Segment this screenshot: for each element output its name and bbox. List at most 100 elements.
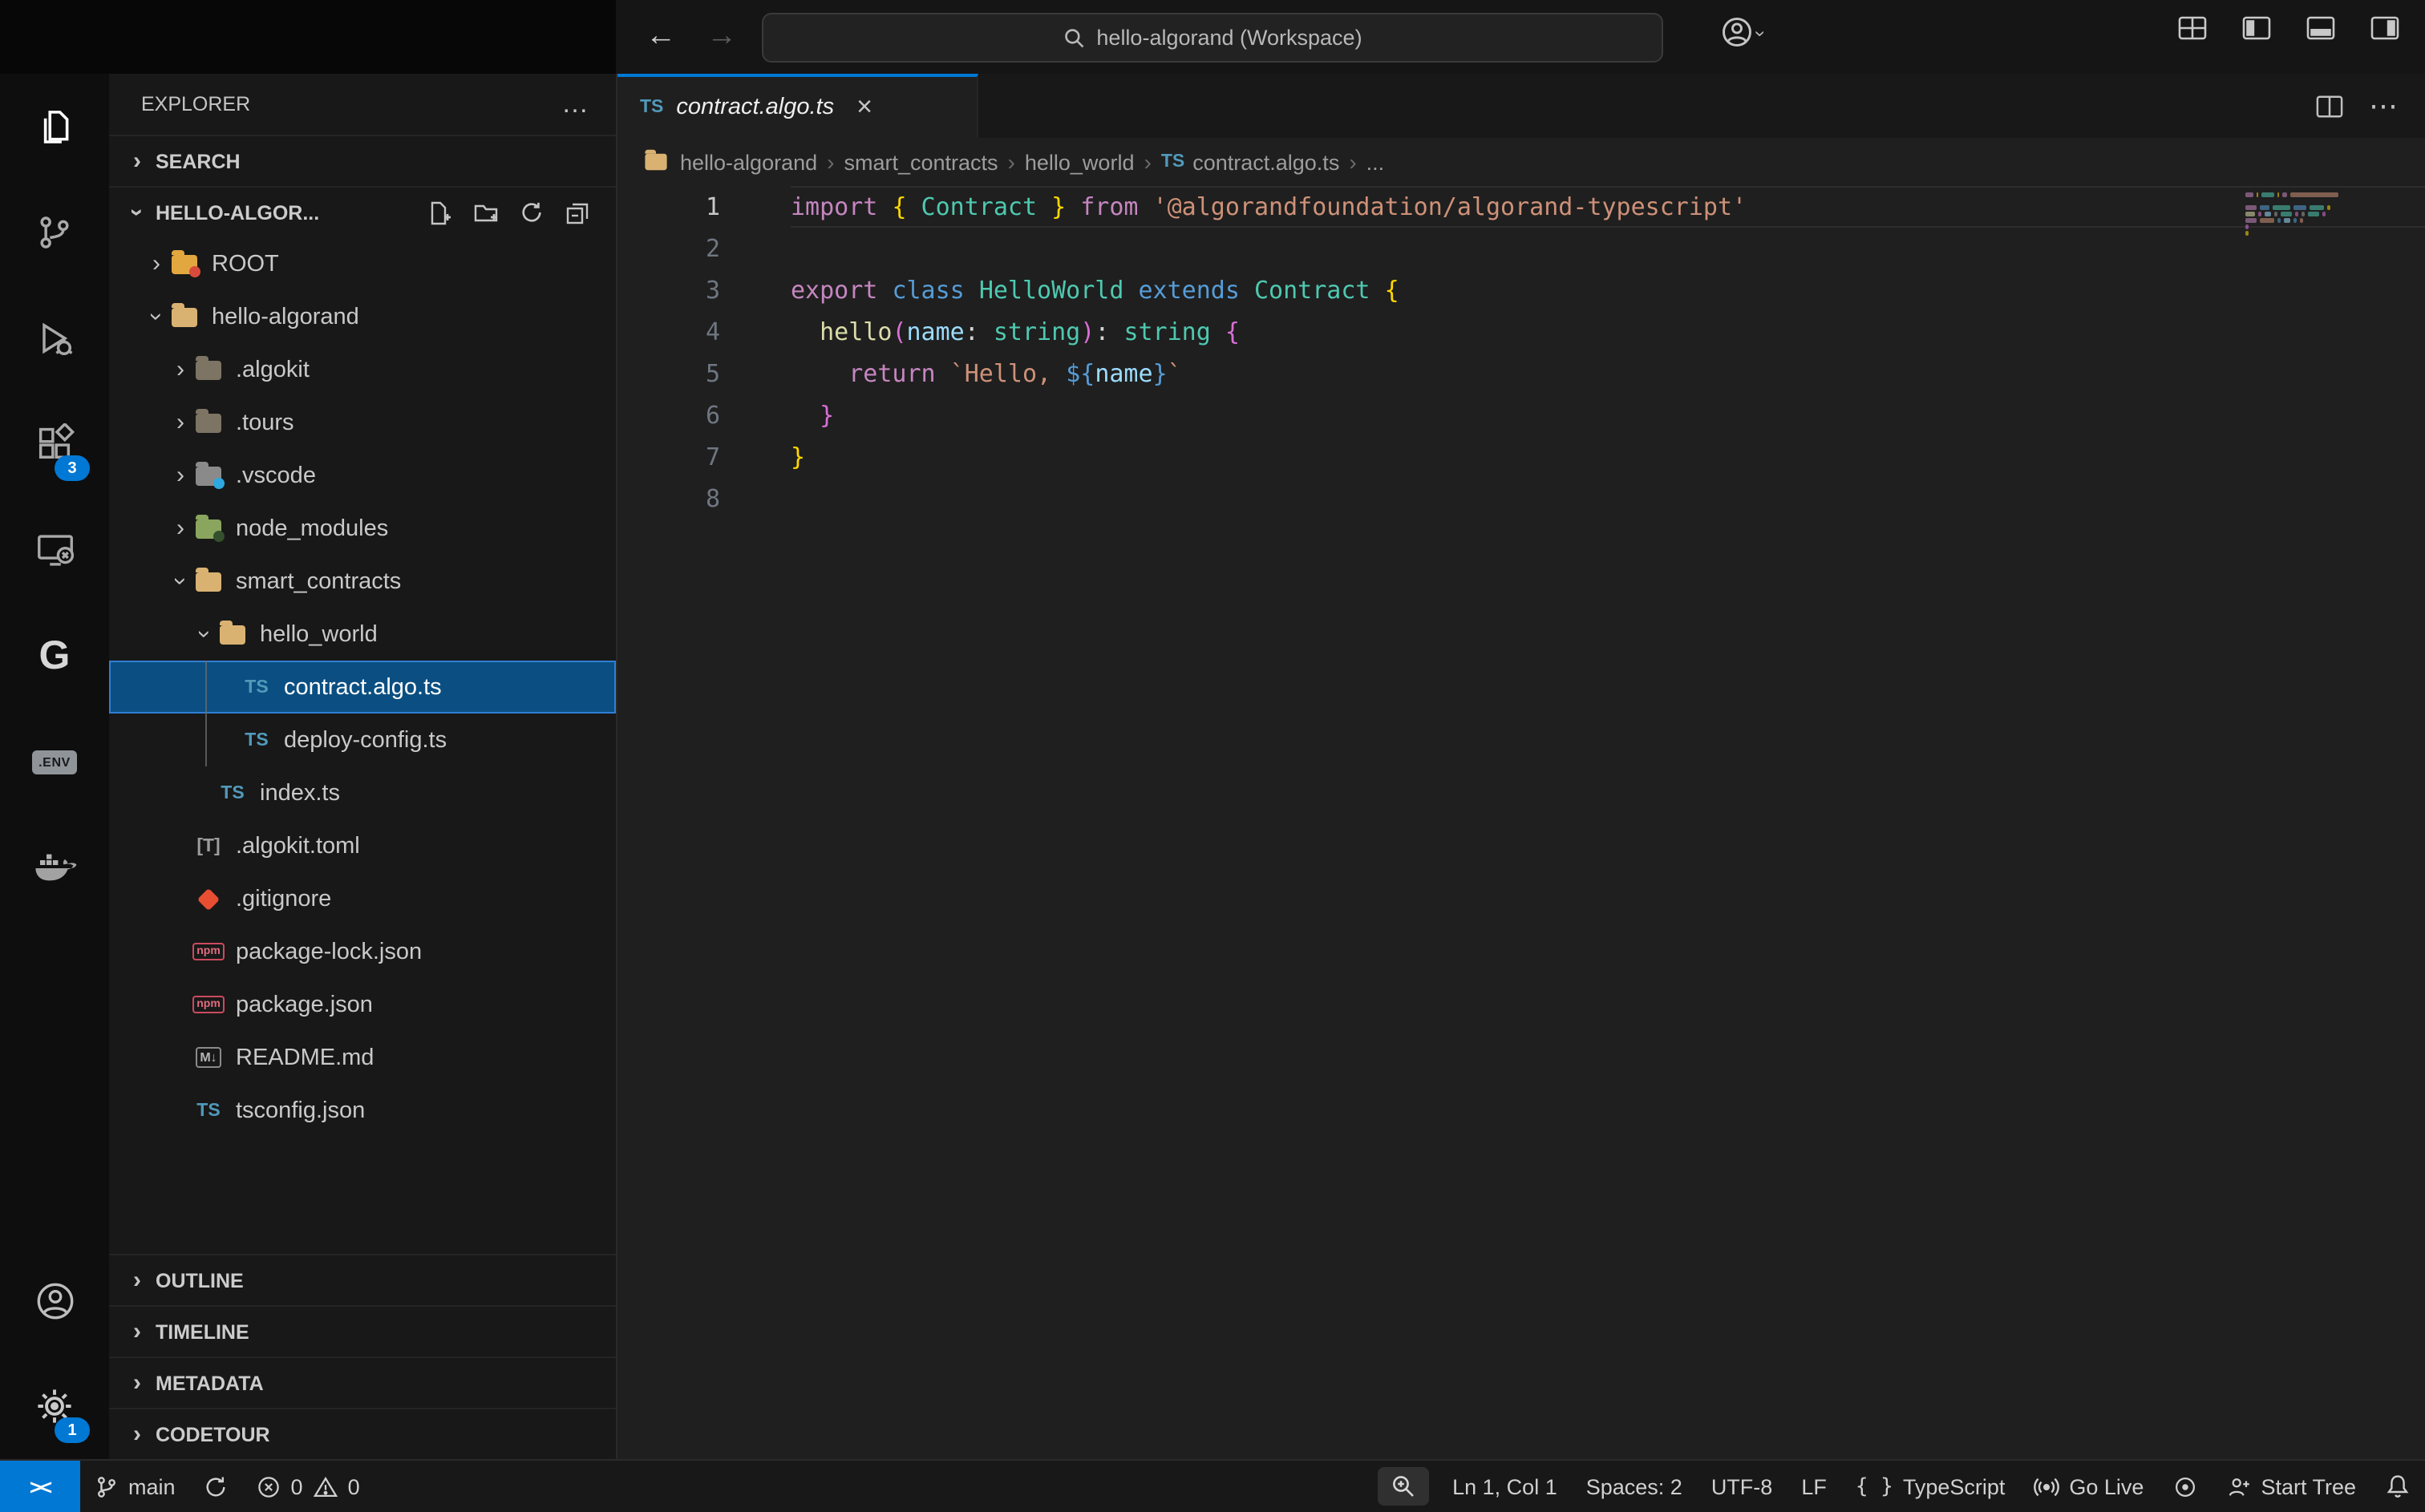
settings-badge: 1 <box>55 1417 90 1443</box>
dotenv-icon: .ENV <box>32 750 77 774</box>
breadcrumb-item-...[interactable]: ... <box>1366 150 1385 174</box>
minimap[interactable] <box>2245 192 2338 244</box>
code-line-4[interactable]: hello(name: string): string { <box>791 311 2425 353</box>
remote-explorer-activity-button[interactable] <box>0 497 109 603</box>
notifications-bell[interactable] <box>2370 1461 2425 1512</box>
tree-item-ROOT[interactable]: ›ROOT <box>109 237 616 290</box>
toggle-primary-sidebar-icon[interactable] <box>2242 16 2271 40</box>
explorer-activity-button[interactable] <box>0 74 109 180</box>
tree-item-.algokit[interactable]: ›.algokit <box>109 343 616 396</box>
code-line-8[interactable] <box>791 478 2425 519</box>
code-line-1[interactable]: import { Contract } from '@algorandfound… <box>791 186 2425 228</box>
zoom-indicator[interactable] <box>1377 1467 1428 1506</box>
git-file-icon <box>192 886 225 912</box>
breadcrumb-item-hello-algorand[interactable]: hello-algorand <box>640 149 817 175</box>
codetour-section-header[interactable]: › CODETOUR <box>109 1408 616 1459</box>
tree-item-label: .gitignore <box>236 886 331 912</box>
tree-item-.gitignore[interactable]: .gitignore <box>109 872 616 925</box>
extensions-activity-button[interactable]: 3 <box>0 391 109 497</box>
accounts-activity-button[interactable] <box>0 1247 109 1353</box>
source-control-activity-button[interactable] <box>0 180 109 285</box>
tree-item-index.ts[interactable]: TSindex.ts <box>109 766 616 819</box>
docker-activity-button[interactable] <box>0 815 109 920</box>
tree-item-.vscode[interactable]: ›.vscode <box>109 449 616 502</box>
collapse-all-icon[interactable] <box>565 200 590 225</box>
refresh-icon[interactable] <box>520 200 544 224</box>
account-menu[interactable]: › <box>1719 14 1764 50</box>
tree-item-node_modules[interactable]: ›node_modules <box>109 502 616 555</box>
tree-item-hello-algorand[interactable]: ›hello-algorand <box>109 290 616 343</box>
run-debug-activity-button[interactable] <box>0 285 109 391</box>
toggle-secondary-sidebar-icon[interactable] <box>2370 16 2399 40</box>
customize-layout-icon[interactable] <box>2178 16 2207 40</box>
tree-item-deploy-config.ts[interactable]: TSdeploy-config.ts <box>109 714 616 766</box>
remote-indicator[interactable]: >< <box>0 1461 80 1512</box>
language-status[interactable]: { } TypeScript <box>1841 1461 2020 1512</box>
minimap-line <box>2245 224 2338 228</box>
problems-status[interactable]: 0 0 <box>243 1461 374 1512</box>
chevron-right-icon: › <box>125 1421 149 1448</box>
tree-item-README.md[interactable]: M↓README.md <box>109 1031 616 1084</box>
code-line-6[interactable]: } <box>791 394 2425 436</box>
tree-item-package.json[interactable]: npmpackage.json <box>109 978 616 1031</box>
tree-item-label: contract.algo.ts <box>284 674 442 700</box>
metadata-section-header[interactable]: › METADATA <box>109 1356 616 1408</box>
code-content[interactable]: import { Contract } from '@algorandfound… <box>743 186 2425 1459</box>
tree-item-label: index.ts <box>260 780 340 806</box>
typescript-file-icon: TS <box>192 1098 225 1123</box>
tree-item-tsconfig.json[interactable]: TStsconfig.json <box>109 1084 616 1137</box>
sync-status[interactable] <box>190 1461 243 1512</box>
breadcrumb-item-contract.algo.ts[interactable]: TScontract.algo.ts <box>1161 150 1340 174</box>
tree-item-label: package.json <box>236 992 373 1017</box>
code-line-2[interactable] <box>791 228 2425 269</box>
tree-item-.tours[interactable]: ›.tours <box>109 396 616 449</box>
braces-icon: { } <box>1856 1474 1893 1498</box>
cursor-position[interactable]: Ln 1, Col 1 <box>1438 1461 1572 1512</box>
editor-more-actions[interactable]: ⋯ <box>2369 89 2399 123</box>
tree-item-contract.algo.ts[interactable]: TScontract.algo.ts <box>109 661 616 714</box>
branch-status[interactable]: main <box>80 1461 190 1512</box>
outline-section-header[interactable]: › OUTLINE <box>109 1254 616 1305</box>
workspace-section-header[interactable]: › HELLO-ALGOR... <box>109 186 616 237</box>
files-icon <box>33 105 76 148</box>
tree-item-hello_world[interactable]: ›hello_world <box>109 608 616 661</box>
indentation-status[interactable]: Spaces: 2 <box>1572 1461 1697 1512</box>
new-folder-icon[interactable] <box>473 200 499 225</box>
encoding-status[interactable]: UTF-8 <box>1697 1461 1787 1512</box>
debug-icon <box>34 317 75 359</box>
timeline-section-header[interactable]: › TIMELINE <box>109 1305 616 1356</box>
settings-activity-button[interactable]: 1 <box>0 1353 109 1459</box>
dotenv-activity-button[interactable]: .ENV <box>0 709 109 815</box>
code-line-7[interactable]: } <box>791 436 2425 478</box>
code-line-5[interactable]: return `Hello, ${name}` <box>791 353 2425 394</box>
code-editor[interactable]: 12345678 import { Contract } from '@algo… <box>617 186 2425 1459</box>
breadcrumb-item-hello_world[interactable]: hello_world <box>1025 150 1135 174</box>
toggle-panel-icon[interactable] <box>2306 16 2335 40</box>
breadcrumb-item-smart_contracts[interactable]: smart_contracts <box>844 150 998 174</box>
back-button[interactable]: ← <box>638 14 683 59</box>
git-branch-icon <box>95 1474 119 1498</box>
tree-item-.algokit.toml[interactable]: [T].algokit.toml <box>109 819 616 872</box>
search-section-header[interactable]: › SEARCH <box>109 135 616 186</box>
g-extension-activity-button[interactable]: G <box>0 603 109 709</box>
start-tree-button[interactable]: Start Tree <box>2211 1461 2370 1512</box>
close-icon[interactable]: × <box>856 91 872 123</box>
error-icon <box>257 1474 281 1498</box>
status-misc-icon[interactable] <box>2158 1461 2211 1512</box>
tree-item-smart_contracts[interactable]: ›smart_contracts <box>109 555 616 608</box>
eol-status[interactable]: LF <box>1787 1461 1841 1512</box>
typescript-file-icon: TS <box>1161 152 1184 172</box>
go-live-button[interactable]: Go Live <box>2019 1461 2158 1512</box>
tab-contract-algo-ts[interactable]: TS contract.algo.ts × <box>617 74 978 138</box>
code-line-3[interactable]: export class HelloWorld extends Contract… <box>791 269 2425 311</box>
folder-icon <box>168 304 200 329</box>
views-more-actions[interactable]: … <box>561 88 590 120</box>
chevron-right-icon: › <box>125 1267 149 1294</box>
tree-item-label: README.md <box>236 1045 374 1070</box>
new-file-icon[interactable] <box>427 200 452 225</box>
forward-button[interactable]: → <box>699 14 744 59</box>
split-editor-icon[interactable] <box>2316 94 2343 118</box>
tab-bar: TS contract.algo.ts × ⋯ <box>617 74 2425 138</box>
command-center-search[interactable]: hello-algorand (Workspace) <box>762 13 1663 63</box>
tree-item-package-lock.json[interactable]: npmpackage-lock.json <box>109 925 616 978</box>
